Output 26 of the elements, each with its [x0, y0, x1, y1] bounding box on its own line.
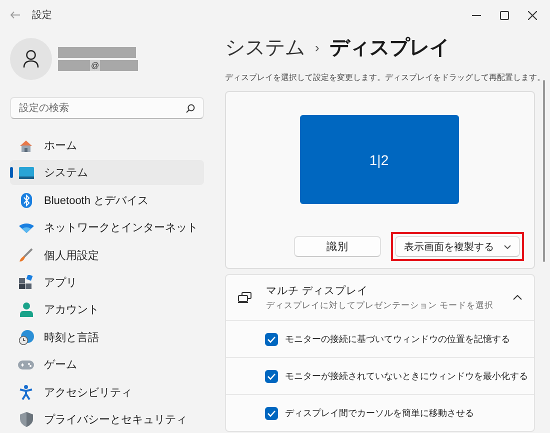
nav-item[interactable]: システム	[10, 160, 204, 186]
section-subtitle: ディスプレイに対してプレゼンテーション モードを選択	[266, 300, 494, 312]
search-field[interactable]: 設定の検索	[10, 97, 204, 119]
nav-item[interactable]: ネットワークとインターネット	[10, 215, 204, 240]
window-title: 設定	[32, 8, 52, 22]
breadcrumb-parent[interactable]: システム	[225, 34, 305, 61]
option-label: モニターの接続に基づいてウィンドウの位置を記憶する	[285, 332, 510, 346]
identify-button[interactable]: 識別	[294, 236, 381, 257]
nav-item[interactable]: 個人用設定	[10, 242, 204, 268]
nav-item[interactable]: アカウント	[10, 297, 204, 322]
display-mode-dropdown[interactable]: 表示画面を複製する	[395, 236, 520, 257]
option-label: ディスプレイ間でカーソルを簡単に移動させる	[285, 406, 474, 420]
page-title: ディスプレイ	[329, 36, 450, 61]
email-at-sign: @	[90, 60, 100, 71]
option-label: モニターが接続されていないときにウィンドウを最小化する	[285, 370, 528, 382]
section-title: マルチ ディスプレイ	[266, 284, 369, 298]
description-text: ディスプレイを選択して設定を変更します。ディスプレイをドラッグして再配置します。	[225, 72, 545, 84]
nav-item[interactable]: アプリ	[10, 270, 204, 295]
monitor-tile[interactable]: 1|2	[300, 115, 458, 204]
nav-item[interactable]: ゲーム	[10, 352, 204, 378]
nav-item[interactable]: 時刻と言語	[10, 324, 204, 350]
nav-item[interactable]: アクセシビリティ	[10, 380, 204, 405]
nav-item[interactable]: Bluetooth とデバイス	[10, 188, 204, 213]
nav-item[interactable]: プライバシーとセキュリティ	[10, 406, 204, 432]
nav-item[interactable]: ホーム	[10, 133, 204, 158]
breadcrumb-separator: ›	[315, 40, 320, 55]
